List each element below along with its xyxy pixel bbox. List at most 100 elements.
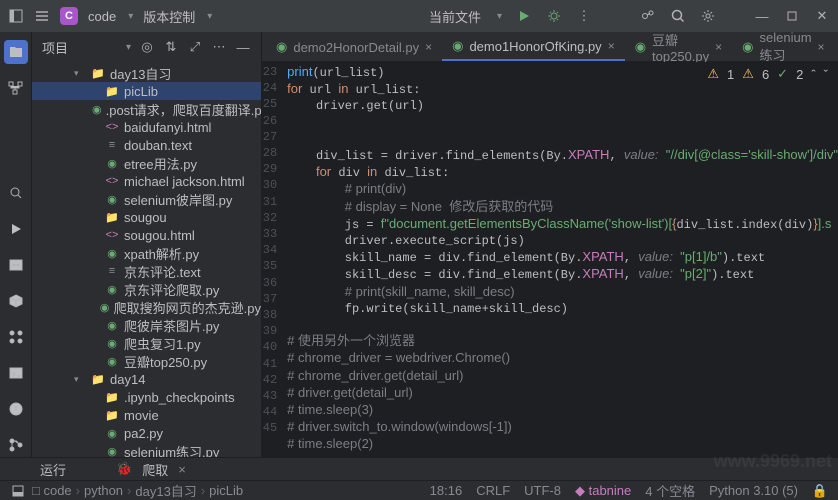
tree-item[interactable]: ◉爬虫复习1.py (32, 334, 261, 352)
encoding[interactable]: UTF-8 (524, 483, 561, 498)
sidebar-header: 项目 ▾ ◎ ⇅ ⤢ ⋯ — (32, 32, 261, 62)
gear-icon[interactable] (700, 8, 716, 24)
hide-icon[interactable]: — (235, 39, 251, 55)
tree-item[interactable]: ◉.post请求，爬取百度翻译.py (32, 100, 261, 118)
run-label[interactable]: 运行 (40, 460, 66, 479)
run-tool[interactable] (4, 217, 28, 241)
search-icon[interactable] (670, 8, 686, 24)
chevron-down-icon[interactable]: ▾ (835, 45, 838, 61)
locate-icon[interactable]: ◎ (139, 39, 155, 55)
sidebar-title: 项目 (42, 38, 116, 57)
project-tool[interactable] (4, 40, 28, 64)
tree-item[interactable]: 📁.ipynb_checkpoints (32, 388, 261, 406)
chevron-down-icon: ▾ (497, 11, 502, 22)
close-icon[interactable]: × (715, 40, 722, 54)
run-tab[interactable]: 爬取 (142, 460, 168, 479)
editor-tab[interactable]: ◉demo2HonorDetail.py× (266, 33, 442, 61)
line-sep[interactable]: CRLF (476, 483, 510, 498)
structure-tool[interactable] (4, 76, 28, 100)
inspection-widget[interactable]: ⚠1 ⚠6 ✓2 ˆ ˇ (707, 66, 828, 82)
share-icon[interactable] (640, 8, 656, 24)
tree-item[interactable]: ◉爬取搜狗网页的杰克逊.py (32, 298, 261, 316)
project-badge: C (60, 7, 78, 25)
editor-tab[interactable]: ◉selenium练习× (732, 33, 834, 61)
breadcrumb[interactable]: □ code›python›day13自习›picLib (32, 481, 430, 500)
close-icon[interactable]: ✕ (814, 8, 830, 24)
close-icon[interactable]: × (425, 40, 432, 54)
tree-item[interactable]: 📁sougou (32, 208, 261, 226)
editor-tab[interactable]: ◉豆瓣top250.py× (625, 33, 732, 61)
next-highlight[interactable]: ˇ (824, 67, 828, 82)
tabnine-status[interactable]: ◆ tabnine (575, 483, 631, 499)
tree-item[interactable]: ◉etree用法.py (32, 154, 261, 172)
warning-icon: ⚠ (707, 66, 719, 82)
vcs-tool[interactable] (4, 433, 28, 457)
tree-item[interactable]: ◉豆瓣top250.py (32, 352, 261, 370)
tree-item[interactable]: 📁picLib (32, 82, 261, 100)
services-tool[interactable] (4, 325, 28, 349)
status-bar: □ code›python›day13自习›picLib 18:16 CRLF … (0, 480, 838, 500)
problems-tool[interactable] (4, 397, 28, 421)
debug-icon[interactable] (546, 8, 562, 24)
chevron-down-icon[interactable]: ▾ (126, 42, 131, 53)
tree-item[interactable]: 📁movie (32, 406, 261, 424)
vcs-menu[interactable]: 版本控制 (143, 7, 195, 26)
crumb-segment[interactable]: python (84, 483, 123, 498)
search-tool[interactable] (4, 181, 28, 205)
tree-item[interactable]: <>michael jackson.html (32, 172, 261, 190)
tree-item[interactable]: ◉selenium练习.py (32, 442, 261, 457)
crumb-segment[interactable]: □ code (32, 483, 72, 498)
close-icon[interactable]: × (608, 39, 615, 53)
code-editor[interactable]: 23 24 25 26 27 28 29 30 31 32 33 34 35 3… (262, 62, 838, 457)
run-icon[interactable] (516, 8, 532, 24)
project-name[interactable]: code (88, 9, 116, 24)
project-sidebar: 项目 ▾ ◎ ⇅ ⤢ ⋯ — ▾📁day13自习📁picLib◉.post请求，… (32, 32, 262, 457)
editor-tabs: ◉demo2HonorDetail.py×◉demo1HonorOfKing.p… (262, 32, 838, 62)
panel-icon[interactable] (10, 483, 26, 499)
tree-item[interactable]: ≡京东评论.text (32, 262, 261, 280)
typo-icon: ✓ (777, 66, 788, 82)
crumb-segment[interactable]: day13自习 (135, 481, 196, 500)
file-tree[interactable]: ▾📁day13自习📁picLib◉.post请求，爬取百度翻译.py<>baid… (32, 62, 261, 457)
run-tool-window: 运行 🐞 爬取 × (0, 457, 838, 480)
packages-tool[interactable] (4, 289, 28, 313)
tree-item[interactable]: ≡douban.text (32, 136, 261, 154)
tree-item[interactable]: ◉selenium彼岸图.py (32, 190, 261, 208)
weak-warning-icon: ⚠ (742, 66, 754, 82)
restore-icon[interactable] (784, 8, 800, 24)
line-gutter: 23 24 25 26 27 28 29 30 31 32 33 34 35 3… (262, 62, 287, 457)
close-icon[interactable]: × (178, 462, 186, 477)
close-icon[interactable]: × (818, 40, 825, 54)
tree-item[interactable]: ▾📁day14 (32, 370, 261, 388)
interpreter[interactable]: Python 3.10 (5) (709, 483, 798, 498)
activity-bar (0, 32, 32, 457)
tree-item[interactable]: <>sougou.html (32, 226, 261, 244)
cursor-position[interactable]: 18:16 (430, 483, 463, 498)
expand-icon[interactable]: ⇅ (163, 39, 179, 55)
more-icon[interactable]: ⋮ (576, 8, 592, 24)
bug-icon: 🐞 (116, 461, 132, 477)
code-content[interactable]: print(url_list) for url in url_list: dri… (287, 62, 838, 457)
crumb-segment[interactable]: picLib (209, 483, 243, 498)
tree-item[interactable]: <>baidufanyi.html (32, 118, 261, 136)
indent[interactable]: 4 个空格 (645, 481, 695, 500)
tree-item[interactable]: ◉xpath解析.py (32, 244, 261, 262)
editor-tab[interactable]: ◉demo1HonorOfKing.py× (442, 33, 625, 61)
chevron-down-icon: ▾ (207, 11, 212, 22)
tree-item[interactable]: ◉pa2.py (32, 424, 261, 442)
run-config[interactable]: 当前文件 (429, 7, 481, 26)
minimize-icon[interactable]: — (754, 8, 770, 24)
python-console[interactable] (4, 253, 28, 277)
tree-item[interactable]: ▾📁day13自习 (32, 64, 261, 82)
lock-icon[interactable]: 🔒 (812, 483, 828, 499)
tree-item[interactable]: ◉爬彼岸茶图片.py (32, 316, 261, 334)
title-bar: C code ▾ 版本控制 ▾ 当前文件 ▾ ⋮ — ✕ (0, 0, 838, 32)
panel-toggle-icon[interactable] (8, 8, 24, 24)
tree-item[interactable]: ◉京东评论爬取.py (32, 280, 261, 298)
prev-highlight[interactable]: ˆ (811, 67, 815, 82)
chevron-down-icon: ▾ (128, 11, 133, 22)
more-icon[interactable]: ⋯ (211, 39, 227, 55)
hamburger-icon[interactable] (34, 8, 50, 24)
terminal-tool[interactable] (4, 361, 28, 385)
collapse-icon[interactable]: ⤢ (187, 39, 203, 55)
